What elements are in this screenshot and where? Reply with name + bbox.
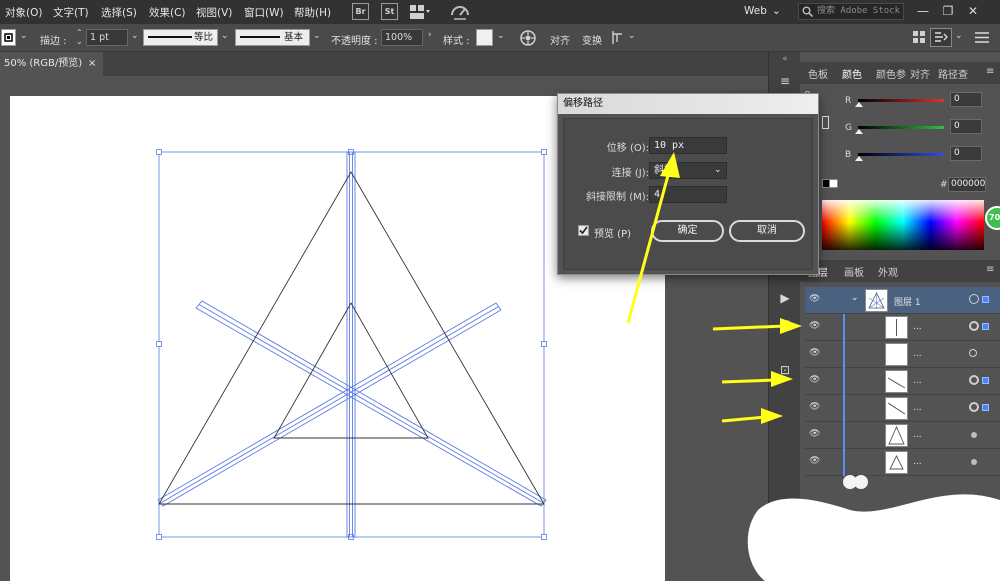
annotation-overlay: [626, 152, 802, 424]
annotation-arrows: [626, 152, 802, 424]
